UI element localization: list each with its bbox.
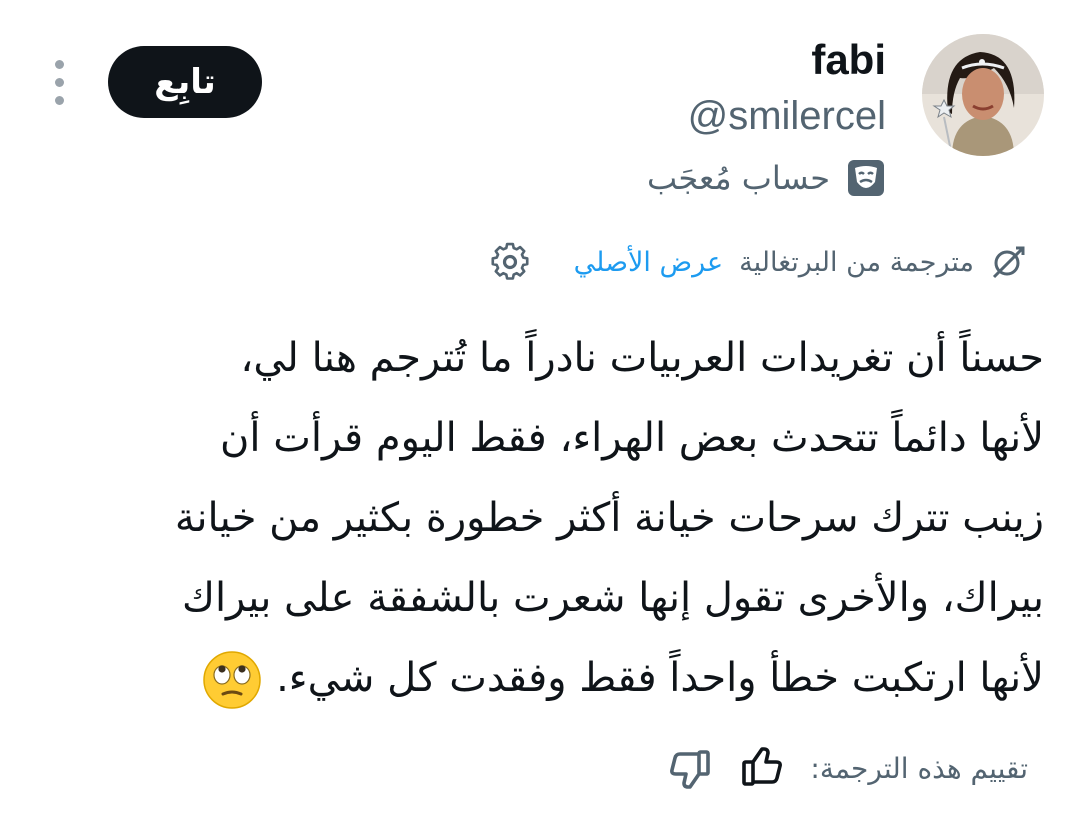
profile-name[interactable]: fabi [811,36,886,84]
theater-masks-icon [848,160,884,196]
tweet-text: حسناً أن تغريدات العربيات نادراً ما تُتر… [34,318,1044,718]
tweet-line: زينب تترك سرحات خيانة أكثر خطورة بكثير م… [174,495,1044,541]
tweet-line-last: لأنها ارتكبت خطأ واحداً فقط وفقدت كل شيء… [34,638,1044,718]
profile-handle[interactable]: @smilercel [688,94,886,139]
parody-account-label: حساب مُعجَب [647,158,886,198]
translation-info: عرض الأصلي مترجمة من البرتغالية [488,240,1026,284]
settings-gear-icon[interactable] [488,240,532,284]
tweet-line: حسناً أن تغريدات العربيات نادراً ما تُتر… [240,335,1044,381]
more-options-icon[interactable] [50,60,70,106]
show-original-link[interactable]: عرض الأصلي [574,247,724,278]
translate-icon [992,246,1025,279]
tweet-line: لأنها ارتكبت خطأ واحداً فقط وفقدت كل شيء… [276,655,1044,701]
translated-from-text: مترجمة من البرتغالية [739,246,974,278]
thumbs-up-icon[interactable] [738,744,786,792]
translation-rating: تقييم هذه الترجمة: [666,744,1028,792]
parody-label-text: حساب مُعجَب [646,159,830,197]
thumbs-down-icon[interactable] [666,744,714,792]
avatar[interactable] [922,34,1044,156]
eye-roll-emoji-icon [203,651,261,709]
rate-translation-label: تقييم هذه الترجمة: [810,751,1028,785]
follow-button[interactable]: تابِع [108,46,262,118]
tweet-line: لأنها دائماً تتحدث بعض الهراء، فقط اليوم… [220,415,1044,461]
tweet-line: بيراك، والأخرى تقول إنها شعرت بالشفقة عل… [181,575,1044,621]
